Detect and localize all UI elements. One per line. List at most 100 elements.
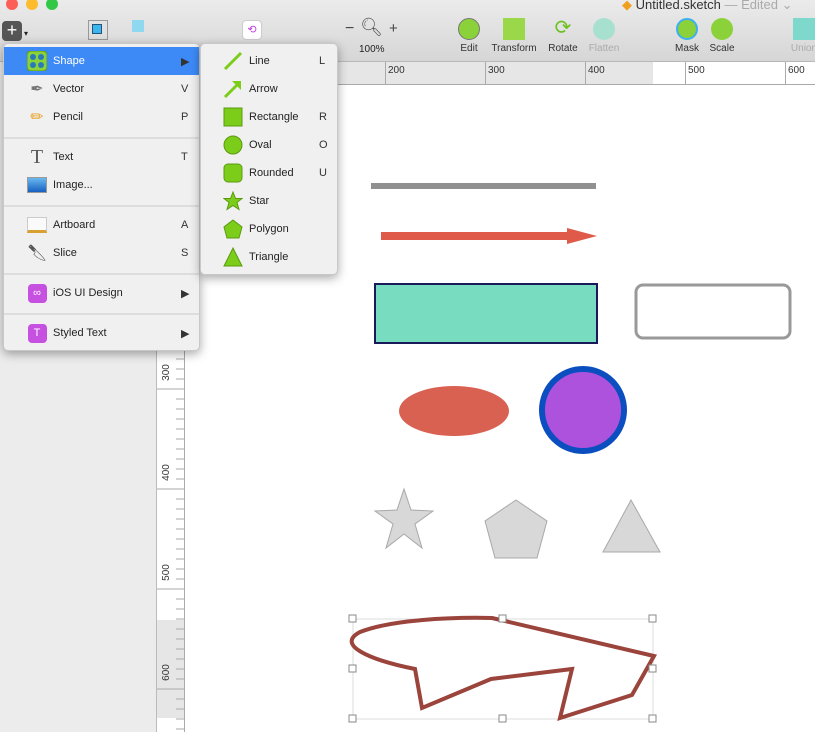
rounded-icon [222,162,244,184]
artboard-icon [26,214,48,236]
menu-item-styled-text[interactable]: T Styled Text ▶ [4,319,199,347]
arrow-icon [222,78,244,100]
line-icon [222,50,244,72]
star-icon [222,190,244,212]
selection-handles[interactable] [348,614,657,723]
ruler-label: 300 [160,364,172,381]
menu-shortcut: V [181,83,189,95]
ruler-label: 600 [788,65,805,76]
submenu-arrow-icon: ▶ [181,287,190,300]
edit-button[interactable]: Edit [455,18,483,54]
pen-icon: ✒ [30,81,44,98]
menu-shortcut: L [319,55,326,67]
submenu-arrow-icon: ▶ [181,327,190,340]
menu-item-ios-ui-design[interactable]: ∞ iOS UI Design ▶ [4,279,199,307]
close-window-button[interactable] [6,0,18,10]
sketch-doc-icon: ◆ [622,0,632,12]
menu-shortcut: T [181,151,188,163]
menu-item-label: Pencil [53,111,83,123]
menu-shortcut: O [319,139,328,151]
ungroup-icon[interactable] [132,20,152,40]
menu-shortcut: U [319,167,327,179]
mask-button[interactable]: Mask [673,18,701,54]
zoom-in-button[interactable]: + [389,20,398,37]
submenu-arrow-icon: ▶ [181,55,190,68]
chevron-down-icon[interactable]: ▾ [24,29,28,38]
menu-item-slice[interactable]: 🔪︎ Slice S [4,239,199,267]
oval-shape[interactable] [399,386,509,436]
rotate-label: Rotate [548,43,578,54]
menu-item-text[interactable]: T Text T [4,143,199,171]
menu-item-label: Polygon [249,223,289,235]
minimize-window-button[interactable] [26,0,38,10]
flatten-label: Flatten [588,43,620,54]
zoom-level: 100% [359,44,385,55]
ruler-label: 500 [160,564,172,581]
insert-menu: Shape ▶ ✒ Vector V ✏ Pencil P T Text T Image...… [3,43,200,351]
symbol-icon[interactable]: ⟲ [242,20,262,40]
submenu-item-line[interactable]: Line L [201,47,337,75]
menu-item-label: Rectangle [249,111,299,123]
rectangle-shape[interactable] [374,283,598,344]
ruler-label: 600 [160,664,172,681]
ios-icon: ∞ [26,282,48,304]
menu-item-label: Slice [53,247,77,259]
ruler-label: 500 [688,65,705,76]
rectangle-icon [222,106,244,128]
mask-icon [676,18,698,40]
menu-item-image[interactable]: Image... [4,171,199,199]
group-icon[interactable] [88,20,108,40]
menu-item-label: Vector [53,83,85,95]
knife-icon: 🔪︎ [26,245,48,262]
zoom-window-button[interactable] [46,0,58,10]
zoom-out-button[interactable]: − [345,20,354,38]
flatten-button[interactable]: Flatten [586,18,622,54]
menu-item-artboard[interactable]: Artboard A [4,211,199,239]
magnifier-icon: 🔍︎ [360,17,383,37]
star-shape[interactable] [373,487,435,550]
polygon-icon [222,218,244,240]
menu-separator [4,137,199,139]
polygon-shape[interactable] [484,499,548,559]
ruler-label: 400 [588,65,605,76]
ruler-label: 200 [388,65,405,76]
submenu-item-rectangle[interactable]: Rectangle R [201,103,337,131]
ruler-label: 400 [160,464,172,481]
circle-shape[interactable] [539,366,627,454]
scale-button[interactable]: Scale [707,18,737,54]
transform-button[interactable]: Transform [488,18,540,54]
insert-button[interactable]: + [2,21,22,41]
flatten-icon [593,18,615,40]
union-icon [793,18,815,40]
arrow-shape[interactable] [381,228,597,244]
union-label: Union [790,43,815,54]
menu-shortcut: P [181,111,189,123]
vector-path-shape[interactable] [349,615,658,721]
scale-label: Scale [709,43,735,54]
submenu-item-oval[interactable]: Oval O [201,131,337,159]
union-button[interactable]: Union [787,18,815,54]
ruler-label: 300 [488,65,505,76]
shape-grid-icon [26,50,48,72]
menu-item-label: Styled Text [53,327,107,339]
shape-submenu: Line L Arrow Rectangle R Oval O Rounded U Star Pol… [200,43,338,275]
menu-item-label: Line [249,55,270,67]
triangle-icon [222,246,244,268]
menu-item-shape[interactable]: Shape ▶ [4,47,199,75]
menu-item-vector[interactable]: ✒ Vector V [4,75,199,103]
submenu-item-arrow[interactable]: Arrow [201,75,337,103]
menu-shortcut: S [181,247,189,259]
edit-icon [458,18,480,40]
menu-item-pencil[interactable]: ✏ Pencil P [4,103,199,131]
image-icon [26,174,48,196]
submenu-item-star[interactable]: Star [201,187,337,215]
window-title: ◆ Untitled.sketch — Edited ⌄ [622,0,793,13]
rounded-rectangle-shape[interactable] [634,283,792,340]
rotate-button[interactable]: ⟳ Rotate [546,18,580,54]
triangle-shape[interactable] [602,498,661,553]
submenu-item-polygon[interactable]: Polygon [201,215,337,243]
submenu-item-rounded[interactable]: Rounded U [201,159,337,187]
menu-shortcut: R [319,111,327,123]
submenu-item-triangle[interactable]: Triangle [201,243,337,271]
menu-item-label: Artboard [53,219,96,231]
